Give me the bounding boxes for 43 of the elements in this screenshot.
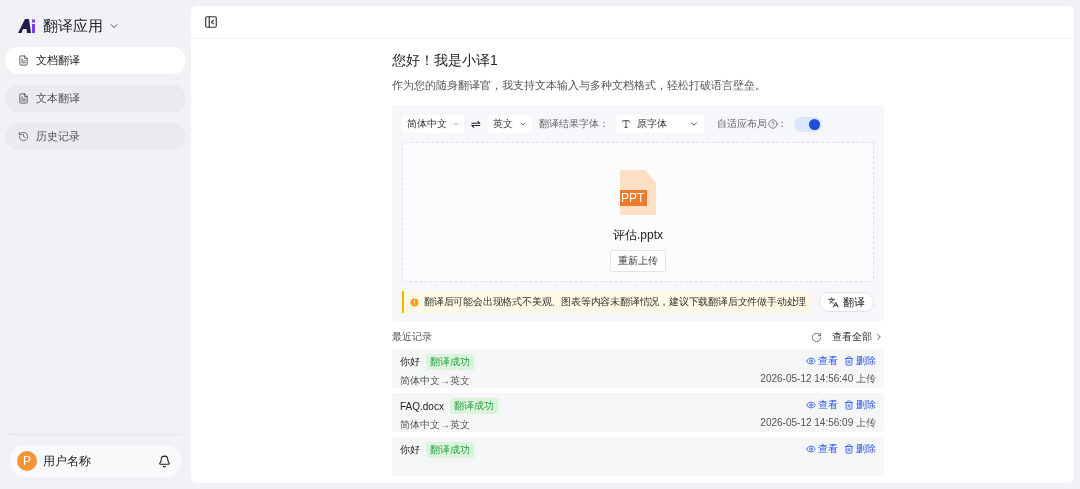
sidebar-item[interactable]: 文档翻译 <box>5 47 186 74</box>
reupload-button[interactable]: 重新上传 <box>610 250 666 272</box>
delete-link[interactable]: 删除 <box>844 398 876 412</box>
user-avatar: P <box>17 451 37 471</box>
target-language-select[interactable]: 英文 <box>488 115 533 133</box>
record-time: 2026-05-12 14:56:09 上传 <box>760 416 876 430</box>
delete-link[interactable]: 删除 <box>844 354 876 368</box>
view-all-link[interactable]: 查看全部 <box>832 330 884 344</box>
translate-button[interactable]: 翻译 <box>819 292 874 312</box>
sidebar-item-label: 历史记录 <box>36 129 80 144</box>
sidebar-item[interactable]: 历史记录 <box>5 123 186 150</box>
file-name: 评估.pptx <box>613 227 663 244</box>
user-name: 用户名称 <box>43 452 92 470</box>
record-name: 你好 <box>400 443 420 457</box>
record-time: 2026-05-12 14:56:40 上传 <box>760 372 876 386</box>
recent-title: 最近记录 <box>392 330 432 344</box>
adaptive-colon: ： <box>777 117 788 131</box>
view-link[interactable]: 查看 <box>806 354 838 368</box>
ppt-file-icon: PPT <box>620 170 656 215</box>
upload-area[interactable]: PPT 评估.pptx 重新上传 <box>402 142 874 282</box>
greeting-title: 您好！我是小译1 <box>392 52 499 70</box>
record-name: 你好 <box>400 355 420 369</box>
view-link[interactable]: 查看 <box>806 442 838 456</box>
record-languages: 简体中文→英文 <box>400 418 470 432</box>
delete-link[interactable]: 删除 <box>844 442 876 456</box>
font-select[interactable]: 原字体 <box>616 115 705 133</box>
warning-text: 翻译后可能会出现格式不美观、图表等内容未翻译情况，建议下载翻译后文件做手动处理 <box>424 295 807 309</box>
app-title: 翻译应用 <box>43 16 103 36</box>
adaptive-layout-label: 自适应布局 <box>717 117 768 131</box>
sidebar-item[interactable]: 文本翻译 <box>5 85 186 112</box>
user-card[interactable]: P 用户名称 <box>10 445 181 477</box>
record-languages: 简体中文→英文 <box>400 374 470 388</box>
status-tag: 翻译成功 <box>449 398 498 414</box>
swap-icon[interactable]: ⇌ <box>471 117 482 131</box>
view-link[interactable]: 查看 <box>806 398 838 412</box>
sidebar-item-label: 文本翻译 <box>36 91 80 106</box>
sidebar-item-label: 文档翻译 <box>36 53 80 68</box>
record-name: FAQ.docx <box>400 400 444 412</box>
source-language-select[interactable]: 简体中文 <box>402 115 464 133</box>
greeting-subtitle: 作为您的随身翻译官，我支持文本输入与多种文档格式，轻松打破语言壁垒。 <box>392 79 767 93</box>
status-tag: 翻译成功 <box>426 354 474 370</box>
font-label: 翻译结果字体： <box>539 117 610 131</box>
status-tag: 翻译成功 <box>426 442 474 458</box>
